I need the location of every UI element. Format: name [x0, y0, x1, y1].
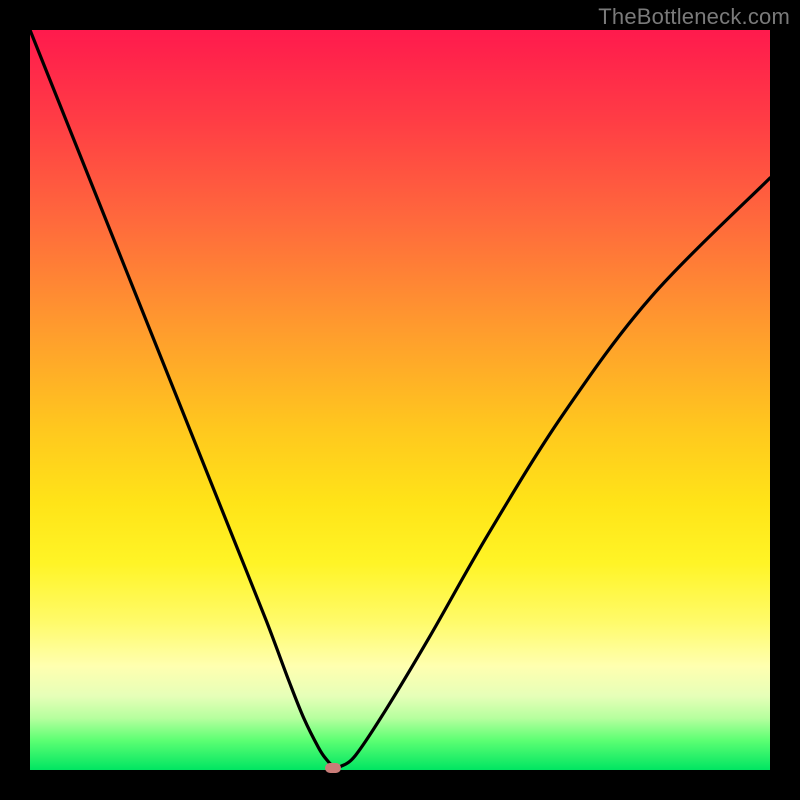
bottleneck-marker [325, 763, 341, 773]
watermark-text: TheBottleneck.com [598, 4, 790, 30]
plot-area [30, 30, 770, 770]
bottleneck-curve [30, 30, 770, 770]
chart-frame: TheBottleneck.com [0, 0, 800, 800]
